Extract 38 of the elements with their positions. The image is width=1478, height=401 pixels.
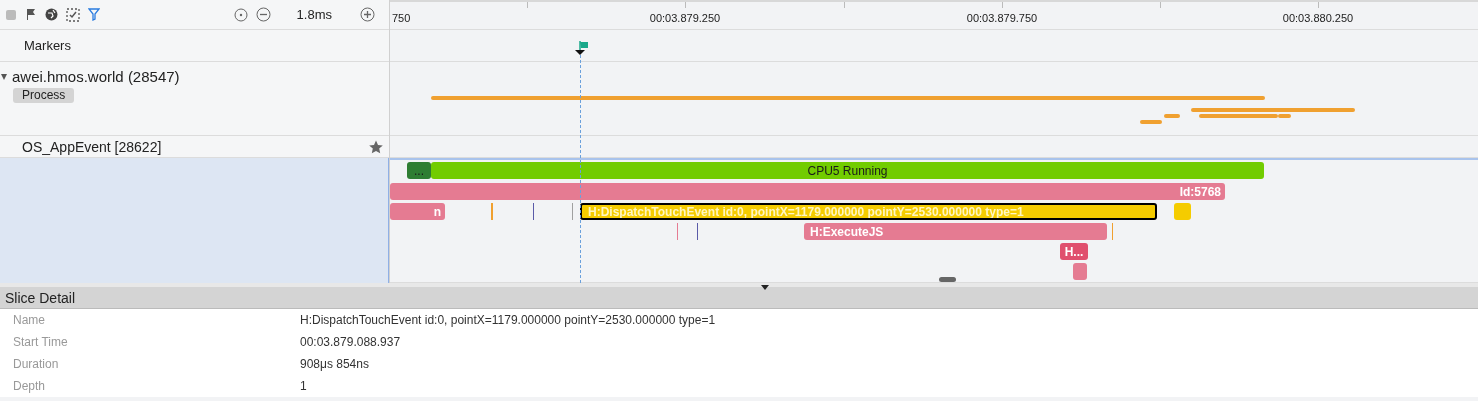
activity-bar: [1164, 114, 1180, 118]
filter-icon[interactable]: [88, 8, 100, 21]
detail-label: Name: [12, 313, 46, 327]
detail-value: 1: [300, 379, 308, 393]
process-tag: Process: [13, 88, 75, 103]
time-label: 00:03.879.750: [966, 12, 1038, 24]
detail-value: H:DispatchTouchEvent id:0, pointX=1179.000000 pointY=2530.000000 type=1: [300, 313, 717, 327]
track-title: awei.hmos.world (28547): [12, 68, 180, 85]
expand-caret-icon[interactable]: [0, 72, 8, 81]
panel-title: Slice Detail: [5, 289, 76, 306]
detail-label: Depth: [12, 379, 47, 393]
star-icon[interactable]: [369, 139, 383, 154]
zoom-out-icon[interactable]: [255, 7, 271, 22]
scroll-handle[interactable]: [939, 277, 956, 282]
activity-bar: [1140, 120, 1162, 124]
time-label: 00:03.880.250: [1282, 12, 1354, 24]
time-label: 750: [392, 12, 411, 24]
trace-slice[interactable]: H...: [1060, 243, 1088, 260]
timer-icon[interactable]: [233, 7, 248, 22]
caret-icon[interactable]: [761, 285, 769, 290]
dashed-check-icon[interactable]: [66, 7, 80, 22]
cpu-state-chip[interactable]: ...: [407, 162, 431, 179]
track-title: OS_AppEvent [28622]: [22, 138, 162, 155]
detail-label: Duration: [12, 357, 60, 371]
detail-value: 908μs 854ns: [300, 357, 370, 371]
detail-value: 00:03.879.088.937: [300, 335, 402, 349]
trace-slice[interactable]: Id:5768: [390, 183, 1225, 200]
zoom-in-icon[interactable]: [360, 7, 375, 22]
detail-label: Start Time: [12, 335, 69, 349]
zoom-level-label: 1.8ms: [296, 7, 332, 22]
time-label: 00:03.879.250: [649, 12, 721, 24]
flag-icon[interactable]: [25, 8, 37, 21]
cpu-state-bar[interactable]: CPU5 Running: [431, 162, 1264, 179]
trace-slice[interactable]: H:ExecuteJS: [804, 223, 1107, 240]
track-title: Markers: [24, 38, 71, 53]
trace-slice[interactable]: n: [390, 203, 445, 220]
trace-slice[interactable]: H:DispatchTouchEvent id:0, pointX=1179.000000 pointY=2530.000000 type=1: [580, 203, 1157, 220]
marker-flag-icon[interactable]: [574, 40, 588, 56]
